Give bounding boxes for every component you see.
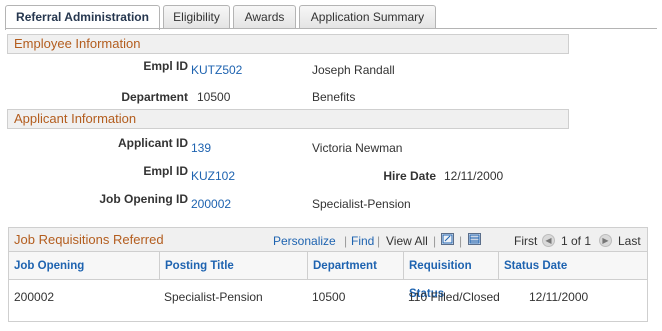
col-header-posting-title[interactable]: Posting Title bbox=[159, 252, 307, 280]
col-header-job-opening[interactable]: Job Opening bbox=[9, 252, 159, 280]
section-header-applicant: Applicant Information bbox=[7, 109, 569, 129]
applicant-empl-id-link[interactable]: KUZ102 bbox=[191, 169, 235, 183]
first-label: First bbox=[514, 234, 538, 248]
applicant-name: Victoria Newman bbox=[312, 141, 403, 155]
tab-awards[interactable]: Awards bbox=[233, 5, 296, 28]
col-header-department[interactable]: Department bbox=[307, 252, 403, 280]
applicant-id-link[interactable]: 139 bbox=[191, 141, 211, 155]
applicant-empl-id-label: Empl ID bbox=[143, 164, 188, 178]
view-all-link[interactable]: View All bbox=[386, 234, 428, 248]
job-opening-id-label: Job Opening ID bbox=[99, 192, 188, 206]
col-header-status-date[interactable]: Status Date bbox=[498, 252, 647, 280]
empl-id-label: Empl ID bbox=[143, 59, 188, 73]
download-grid-icon[interactable] bbox=[468, 233, 481, 245]
nav-separator: | bbox=[433, 234, 437, 248]
col-header-requisition-status[interactable]: Requisition Status bbox=[403, 252, 498, 300]
employee-name: Joseph Randall bbox=[312, 63, 395, 77]
applicant-id-label: Applicant ID bbox=[117, 136, 188, 150]
job-opening-id-link[interactable]: 200002 bbox=[191, 197, 231, 211]
table-cell-requisition-status: 110 Filled/Closed bbox=[408, 290, 500, 304]
table-cell-status-date: 12/11/2000 bbox=[529, 290, 589, 304]
empl-id-link[interactable]: KUTZ502 bbox=[191, 63, 242, 77]
table-cell-posting-title: Specialist-Pension bbox=[164, 290, 263, 304]
table-cell-department: 10500 bbox=[312, 290, 346, 304]
tab-referral-administration[interactable]: Referral Administration bbox=[5, 5, 160, 30]
nav-separator: | bbox=[344, 234, 348, 248]
new-window-icon[interactable] bbox=[441, 233, 454, 245]
section-header-employee: Employee Information bbox=[7, 34, 569, 54]
hire-date-label: Hire Date bbox=[383, 169, 436, 183]
pagination-range: 1 of 1 bbox=[561, 234, 592, 248]
last-label: Last bbox=[618, 234, 641, 248]
department-name: Benefits bbox=[312, 90, 356, 104]
personalize-link[interactable]: Personalize bbox=[273, 234, 336, 248]
department-code: 10500 bbox=[197, 90, 231, 104]
table-cell-job-opening: 200002 bbox=[14, 290, 55, 304]
grid-header-bar: Job Requisitions Referred Personalize | … bbox=[9, 228, 647, 252]
nav-separator: | bbox=[377, 234, 381, 248]
next-arrow-icon[interactable]: ▶ bbox=[599, 234, 612, 247]
tab-eligibility[interactable]: Eligibility bbox=[163, 5, 230, 28]
tab-baseline bbox=[5, 28, 657, 29]
job-requisitions-grid: Job Requisitions Referred Personalize | … bbox=[8, 227, 648, 322]
tab-application-summary[interactable]: Application Summary bbox=[299, 5, 436, 28]
department-label: Department bbox=[121, 90, 188, 104]
previous-arrow-icon[interactable]: ◀ bbox=[542, 234, 555, 247]
job-opening-title: Specialist-Pension bbox=[312, 197, 411, 211]
nav-separator: | bbox=[459, 234, 463, 248]
hire-date-value: 12/11/2000 bbox=[444, 169, 504, 183]
grid-title: Job Requisitions Referred bbox=[14, 232, 164, 247]
find-link[interactable]: Find bbox=[351, 234, 374, 248]
